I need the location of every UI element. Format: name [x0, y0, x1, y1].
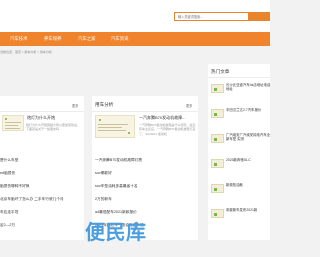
nav-item-tech[interactable]: 汽车技术: [10, 36, 28, 42]
list-item[interactable]: ed胎损伤: [0, 171, 15, 176]
list-item[interactable]: 2万的新车: [95, 197, 112, 202]
sidebar-title: 热门文章: [211, 69, 230, 74]
left-article-panel: 更多 炮灯为什么开炮 炮灯为什么开炮因越大所以更加受欢迎，下面就是关于一些朋友吗…: [0, 96, 84, 240]
site-header: [0, 0, 270, 32]
featured-article-title[interactable]: 一汽奔腾B70发动机故障...: [139, 115, 185, 121]
hot-article-thumbnail[interactable]: [211, 109, 224, 118]
breadcrumb: 当前位置：首页 > 用车分析 > 用车分析: [0, 50, 52, 54]
search-button[interactable]: [249, 12, 270, 21]
search-box: [174, 12, 249, 21]
hot-article-title[interactable]: 广汽埃安广汽埃安纯电汽车全新车型 实测: [226, 133, 272, 142]
search-input[interactable]: [175, 13, 248, 20]
main-nav: 汽车技术 养车保养 汽车之家 汽车资讯: [0, 32, 270, 46]
hot-article-title[interactable]: 新奥拓油耗: [226, 183, 272, 187]
divider: [92, 111, 198, 112]
list-item[interactable]: suv车型油耗多高最省十名: [95, 184, 138, 189]
hot-article-thumbnail[interactable]: [211, 209, 224, 218]
hot-article-thumbnail[interactable]: [211, 159, 224, 168]
list-item[interactable]: a4最低配车2021新款报价: [95, 210, 137, 215]
featured-article-title[interactable]: 炮灯为什么开炮: [27, 115, 55, 121]
list-item[interactable]: 车应走平坦: [0, 210, 18, 215]
hot-article-title[interactable]: 丰田汉兰达2.7汽车报价: [226, 108, 272, 112]
list-item[interactable]: 北京车胎坏了怎么办 二手车行驶几个月: [0, 197, 64, 202]
hot-articles-sidebar: 热门文章 长沙比亚迪汽车4s店地址电话地址 丰田汉兰达2.7汽车报价 广汽埃安广…: [208, 64, 270, 240]
left-more-link[interactable]: 更多: [72, 103, 78, 108]
panel-title: 用车分析: [95, 102, 114, 107]
hot-article-title[interactable]: 帝豪新车发布2021款: [226, 208, 272, 212]
featured-article-desc: 一汽奔腾B70发动机故障是什么原因，最近有车主反应，一汽奔腾B70发动机故障灯亮…: [139, 123, 196, 136]
hot-article-title[interactable]: 2023款奔驰GLC: [226, 158, 272, 162]
divider: [208, 77, 270, 78]
article-thumbnail[interactable]: [95, 115, 135, 138]
hot-article-thumbnail[interactable]: [211, 84, 224, 93]
nav-item-maintenance[interactable]: 养车保养: [44, 36, 62, 42]
list-item[interactable]: 胎损伤哪种不好换: [0, 184, 30, 189]
watermark-logo: 便民库: [85, 220, 147, 244]
list-item[interactable]: suv哪款好: [95, 171, 112, 176]
divider: [0, 111, 84, 112]
hot-article-thumbnail[interactable]: [211, 134, 224, 143]
list-item[interactable]: 是什么车型: [0, 158, 18, 163]
article-thumbnail[interactable]: [2, 115, 24, 131]
hot-article-title[interactable]: 长沙比亚迪汽车4s店地址电话地址: [226, 83, 272, 92]
middle-more-link[interactable]: 更多: [186, 103, 192, 108]
nav-item-news[interactable]: 汽车资讯: [111, 36, 129, 42]
nav-item-autohome[interactable]: 汽车之家: [78, 36, 96, 42]
hot-article-thumbnail[interactable]: [211, 184, 224, 193]
list-item[interactable]: 一汽奔腾B70发动机故障灯亮: [95, 158, 142, 163]
list-item[interactable]: 足2—2万: [0, 223, 15, 228]
featured-article-desc: 炮灯为什么开炮因越大所以更加受欢迎，下面就是关于一些朋友吗: [26, 123, 81, 132]
